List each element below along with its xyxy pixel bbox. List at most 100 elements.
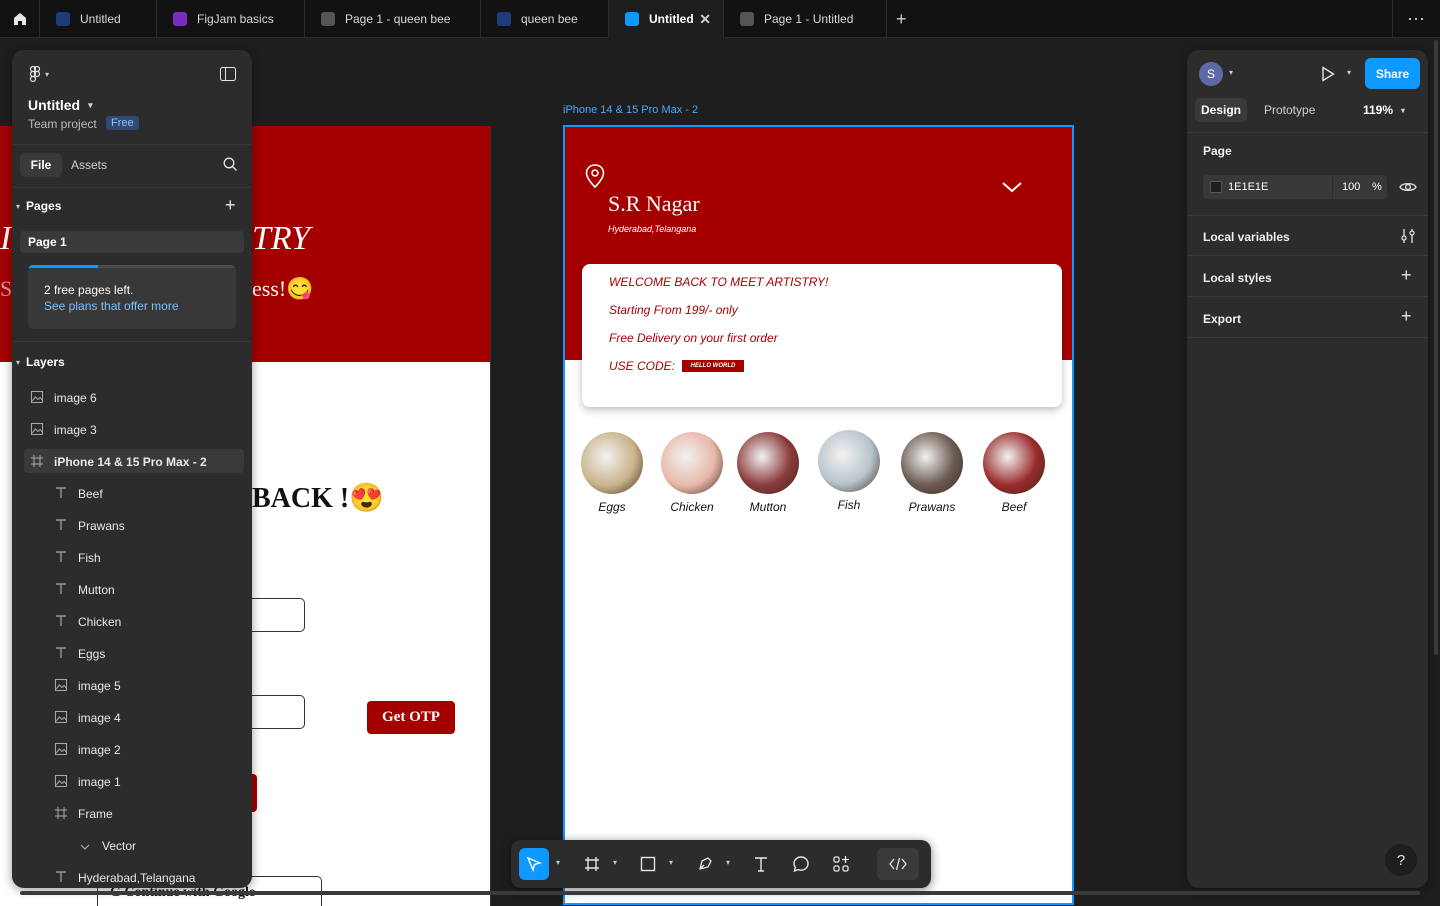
shape-tool-button[interactable] (635, 848, 661, 880)
chevron-down-icon[interactable]: ▾ (726, 858, 730, 867)
local-variables-title[interactable]: Local variables (1203, 230, 1290, 244)
tab-0[interactable]: Untitled (40, 0, 157, 38)
layer-row[interactable]: image 5 (54, 674, 121, 698)
help-button[interactable]: ? (1385, 844, 1417, 876)
pages-title: Pages (26, 199, 62, 213)
text-icon (54, 550, 68, 566)
layer-row[interactable]: Eggs (54, 642, 105, 666)
layer-row[interactable]: image 2 (54, 738, 121, 762)
tab-1[interactable]: FigJam basics (157, 0, 305, 38)
chevron-down-icon[interactable]: ▾ (613, 858, 617, 867)
tab-label: Page 1 - Untitled (764, 12, 854, 26)
new-tab-button[interactable]: + (896, 9, 907, 30)
close-icon[interactable]: ✕ (699, 11, 711, 28)
category-label: Beef (1001, 500, 1027, 514)
toggle-sidebar-icon[interactable] (220, 67, 236, 86)
layer-row[interactable]: Fish (54, 546, 101, 570)
location-name: S.R Nagar (608, 191, 700, 216)
page-bg-field[interactable]: 1E1E1E 100 % (1203, 175, 1387, 199)
dev-mode-toggle[interactable] (877, 848, 919, 880)
layer-name: Vector (102, 839, 137, 853)
layer-row[interactable]: image 4 (54, 706, 121, 730)
layer-row[interactable]: Mutton (54, 578, 115, 602)
eye-icon[interactable] (1399, 180, 1417, 199)
present-play-icon[interactable] (1321, 66, 1335, 87)
free-pages-message: 2 free pages left. (44, 283, 134, 297)
tab-4[interactable]: Untitled ✕ (609, 0, 724, 38)
layer-row[interactable]: image 3 (30, 418, 97, 442)
chevron-down-icon[interactable]: ▾ (1347, 68, 1351, 77)
avatar[interactable]: S (1199, 62, 1223, 86)
tab-assets[interactable]: Assets (71, 158, 107, 172)
layer-row[interactable]: image 1 (54, 770, 121, 794)
tab-3[interactable]: queen bee (481, 0, 609, 38)
more-options-icon[interactable]: ⋯ (1392, 0, 1440, 38)
layer-row[interactable]: Chicken (54, 610, 121, 634)
tab-label: Untitled (649, 12, 694, 26)
add-page-button[interactable]: + (225, 195, 236, 216)
bg-hex-value[interactable]: 1E1E1E (1228, 181, 1268, 193)
free-pages-notice: 2 free pages left. See plans that offer … (28, 265, 236, 329)
share-button[interactable]: Share (1365, 58, 1420, 89)
tab-5[interactable]: Page 1 - Untitled (724, 0, 887, 38)
layer-name: image 1 (78, 775, 121, 789)
divider (1187, 215, 1428, 216)
category-item: Fish (817, 430, 881, 512)
text-tool-button[interactable] (748, 848, 774, 880)
layer-row[interactable]: Vector (78, 834, 136, 858)
chevron-down-icon[interactable]: ▾ (669, 858, 673, 867)
move-tool-button[interactable] (519, 848, 549, 880)
tab-design[interactable]: Design (1195, 98, 1247, 122)
frame-welcome-fragment: BACK !😍 (252, 483, 385, 514)
layer-row[interactable]: Beef (54, 482, 103, 506)
search-icon[interactable] (223, 157, 238, 177)
frame-tool-button[interactable] (579, 848, 605, 880)
canvas-frame-iphone[interactable]: S.R Nagar Hyderabad,Telangana WELCOME BA… (563, 125, 1074, 905)
color-swatch[interactable] (1210, 181, 1222, 193)
layer-row[interactable]: Frame (54, 802, 113, 826)
chevron-down-icon[interactable]: ▾ (1229, 68, 1233, 77)
see-plans-link[interactable]: See plans that offer more (44, 299, 179, 313)
home-button[interactable] (0, 0, 40, 38)
divider (12, 144, 252, 145)
promo-card: WELCOME BACK TO MEET ARTISTRY! Starting … (582, 264, 1062, 407)
promo-code-badge: HELLO WORLD (682, 360, 744, 372)
main-menu-button[interactable]: ▾ (29, 66, 49, 82)
bg-opacity-value[interactable]: 100 (1342, 181, 1360, 193)
add-style-button[interactable]: + (1401, 265, 1412, 286)
frame-label[interactable]: iPhone 14 & 15 Pro Max - 2 (563, 104, 698, 116)
tab-2[interactable]: Page 1 - queen bee (305, 0, 481, 38)
pen-tool-button[interactable] (692, 848, 718, 880)
variables-adjust-icon[interactable] (1400, 228, 1416, 249)
tab-file[interactable]: File (20, 153, 62, 177)
add-export-button[interactable]: + (1401, 306, 1412, 327)
page-item-page-1[interactable]: Page 1 (20, 231, 244, 253)
components-icon (833, 856, 849, 872)
location-pin-icon (585, 164, 605, 193)
layers-section-toggle[interactable]: ▾ Layers (16, 355, 65, 369)
layer-name: Eggs (78, 647, 106, 661)
image-icon (30, 390, 44, 406)
comment-tool-button[interactable] (788, 848, 814, 880)
zoom-value: 119% (1363, 103, 1394, 117)
actions-button[interactable] (828, 848, 854, 880)
zoom-dropdown[interactable]: 119% ▾ (1363, 103, 1405, 117)
layer-row[interactable]: Prawans (54, 514, 125, 538)
layer-row[interactable]: image 6 (30, 386, 97, 410)
plan-badge[interactable]: Free (106, 116, 139, 130)
layer-row[interactable]: Hyderabad,Telangana (54, 866, 195, 888)
tab-prototype[interactable]: Prototype (1264, 103, 1315, 117)
layer-row[interactable]: iPhone 14 & 15 Pro Max - 2 (30, 450, 207, 474)
category-label: Fish (837, 498, 861, 512)
horizontal-scrollbar[interactable] (20, 891, 1420, 895)
file-name-button[interactable]: Untitled ▾ (28, 97, 93, 113)
home-icon (13, 13, 26, 25)
chevron-down-icon[interactable]: ▾ (556, 858, 560, 867)
pages-section-toggle[interactable]: ▾ Pages (16, 199, 61, 213)
vertical-scrollbar[interactable] (1434, 40, 1438, 655)
file-icon (740, 12, 754, 26)
team-label: Team project (28, 117, 97, 131)
figma-logo-icon (29, 66, 41, 82)
promo-line-delivery: Free Delivery on your first order (609, 331, 778, 345)
divider (1332, 175, 1333, 199)
